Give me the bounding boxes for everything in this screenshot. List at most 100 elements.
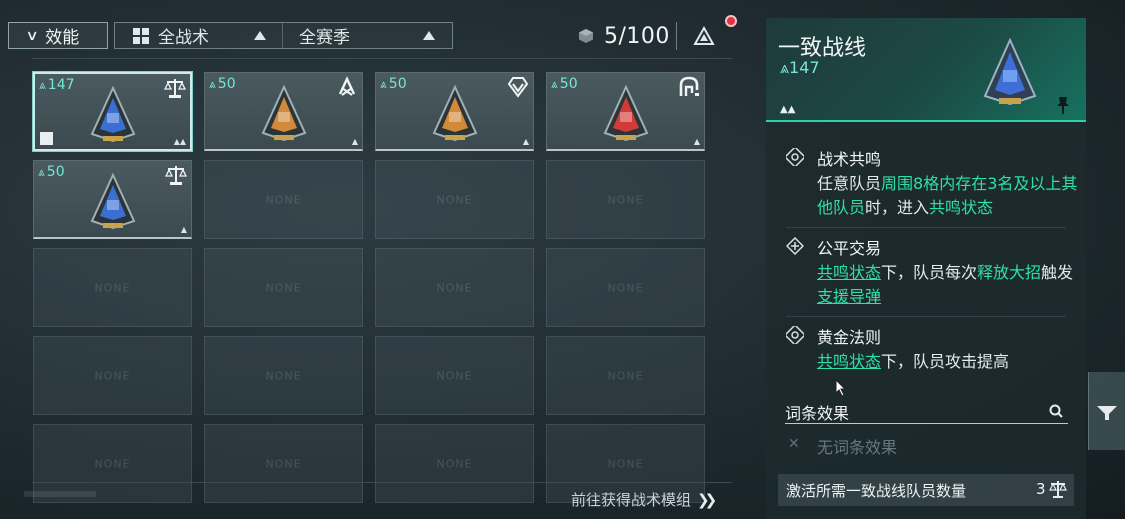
get-modules-label: 前往获得战术模组 xyxy=(571,491,692,509)
pin-icon[interactable] xyxy=(1056,96,1070,114)
module-card[interactable]: ⩓ 50 ▲ xyxy=(546,72,705,151)
empty-slot-label: NONE xyxy=(436,281,473,294)
module-badge-icon xyxy=(603,85,648,142)
divider xyxy=(785,423,1068,424)
module-value: ⩓ 147 xyxy=(39,77,75,93)
divider xyxy=(32,58,732,59)
empty-slot-label: NONE xyxy=(436,193,473,206)
power-icon: ⩓ xyxy=(38,164,45,179)
sort-button[interactable] xyxy=(676,22,730,50)
module-grid: ⩓ 147 ▲▲ ⩓ 50 ▲ ⩓ 50 ▲ ⩓ 50 ▲ ⩓ 50 ▲ NONE NONE NONE NONE NO… xyxy=(33,72,705,503)
efficiency-filter-button[interactable]: ∨ 效能 xyxy=(8,22,108,49)
empty-slot-label: NONE xyxy=(436,369,473,382)
caret-up-icon xyxy=(423,31,435,40)
empty-slot-label: NONE xyxy=(607,457,644,470)
empty-slot-label: NONE xyxy=(607,193,644,206)
attributes-label: 词条效果 xyxy=(785,404,850,423)
empty-slot: NONE xyxy=(546,248,705,327)
module-card[interactable]: ⩓ 50 ▲ xyxy=(375,72,534,151)
empty-slot: NONE xyxy=(375,160,534,239)
requirement-count: 3 xyxy=(1036,480,1046,498)
tactic-sort-icon xyxy=(692,26,715,45)
skill-icon xyxy=(786,326,804,344)
skill-name: 公平交易 xyxy=(817,239,882,258)
divider xyxy=(786,227,1066,228)
divider xyxy=(32,482,732,483)
equipped-user-icon xyxy=(40,132,53,145)
caret-up-icon xyxy=(254,31,266,40)
empty-slot: NONE xyxy=(546,160,705,239)
arch-logo-icon xyxy=(678,76,700,98)
season-select[interactable]: 全赛季 xyxy=(283,23,451,48)
skill-name: 黄金法则 xyxy=(817,328,882,347)
empty-slot: NONE xyxy=(33,336,192,415)
skill-name: 战术共鸣 xyxy=(817,150,882,169)
filter-toolbar: ∨ 效能 全战术 全赛季 xyxy=(8,22,453,50)
capacity-indicator: 5/100 xyxy=(578,22,670,50)
skill-icon xyxy=(786,148,804,166)
empty-slot: NONE xyxy=(375,248,534,327)
grid-icon xyxy=(133,27,149,44)
empty-slot-label: NONE xyxy=(265,457,302,470)
jet-icon xyxy=(1097,406,1117,420)
cube-icon xyxy=(579,29,593,43)
empty-slot-label: NONE xyxy=(265,193,302,206)
empty-slot: NONE xyxy=(33,248,192,327)
no-attributes-text: 无词条效果 xyxy=(817,438,898,457)
chevron-down-icon: ∨ xyxy=(25,27,39,44)
skill-desc: 共鸣状态下，队员每次释放大招触发支援导弹 xyxy=(817,263,1074,306)
search-icon[interactable] xyxy=(1048,403,1064,419)
capacity-count: 5/100 xyxy=(604,23,670,49)
empty-slot-label: NONE xyxy=(94,457,131,470)
rank-icon: ▲ xyxy=(180,225,187,234)
get-modules-link[interactable]: 前往获得战术模组 ❯❯ xyxy=(571,489,717,510)
progress-decoration xyxy=(24,491,96,497)
module-badge-icon xyxy=(261,85,306,142)
rank-icon: ▲▲ xyxy=(780,104,796,115)
diamond-shield-icon xyxy=(507,76,529,98)
side-collapse-tab[interactable] xyxy=(1088,372,1125,450)
empty-slot-label: NONE xyxy=(436,457,473,470)
rank-icon: ▲ xyxy=(693,137,700,146)
module-value: ⩓ 50 xyxy=(209,76,236,92)
detail-value: ⩓147 xyxy=(780,58,820,78)
scales-icon xyxy=(164,164,188,186)
power-icon: ⩓ xyxy=(209,76,216,91)
empty-slot-label: NONE xyxy=(607,369,644,382)
empty-slot-label: NONE xyxy=(265,281,302,294)
skill-desc: 共鸣状态下，队员攻击提高 xyxy=(817,352,1010,371)
module-card[interactable]: ⩓ 147 ▲▲ xyxy=(33,72,192,151)
module-badge-icon xyxy=(983,38,1037,106)
divider xyxy=(786,316,1066,317)
close-icon: ✕ xyxy=(788,436,800,452)
detail-value-number: 147 xyxy=(789,58,820,77)
empty-slot: NONE xyxy=(546,336,705,415)
power-icon: ⩓ xyxy=(39,77,46,92)
tactic-select[interactable]: 全战术 xyxy=(115,23,283,48)
module-badge-icon xyxy=(90,173,135,230)
mouse-cursor-icon xyxy=(835,379,847,397)
module-value: ⩓ 50 xyxy=(551,76,578,92)
empty-slot: NONE xyxy=(375,424,534,503)
double-chevron-right-icon: ❯❯ xyxy=(697,490,717,509)
power-icon: ⩓ xyxy=(380,76,387,91)
empty-slot-label: NONE xyxy=(265,369,302,382)
skill-desc: 任意队员周围8格内存在3名及以上其他队员时，进入共鸣状态 xyxy=(817,174,1078,217)
scales-icon xyxy=(163,77,187,99)
scales-icon xyxy=(1049,481,1067,498)
module-value: ⩓ 50 xyxy=(38,164,65,180)
empty-slot-label: NONE xyxy=(94,369,131,382)
notification-dot xyxy=(725,15,737,27)
empty-slot-label: NONE xyxy=(94,281,131,294)
selectors: 全战术 全赛季 xyxy=(114,22,453,49)
crossed-tools-icon xyxy=(336,76,358,98)
filter-label: 效能 xyxy=(45,28,80,48)
rank-icon: ▲ xyxy=(351,137,358,146)
empty-slot: NONE xyxy=(204,248,363,327)
module-card[interactable]: ⩓ 50 ▲ xyxy=(204,72,363,151)
module-card[interactable]: ⩓ 50 ▲ xyxy=(33,160,192,239)
power-icon: ⩓ xyxy=(551,76,558,91)
season-select-label: 全赛季 xyxy=(299,28,350,48)
module-badge-icon xyxy=(432,85,477,142)
empty-slot: NONE xyxy=(204,160,363,239)
